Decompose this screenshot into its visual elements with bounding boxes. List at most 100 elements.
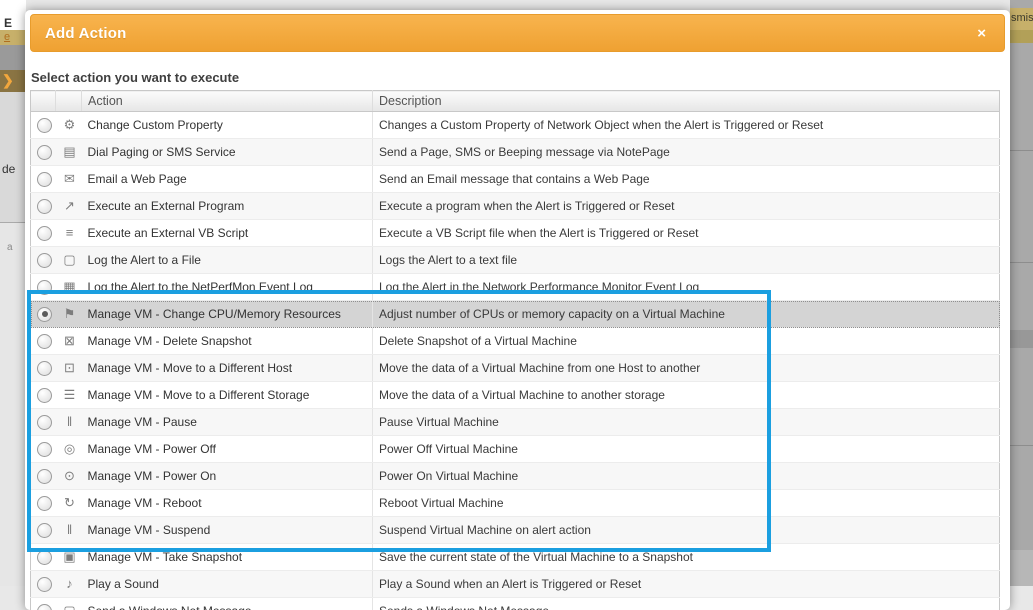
table-row[interactable]: ▢ Send a Windows Net Message Sends a Win…: [31, 598, 1000, 610]
table-row[interactable]: ⚑ Manage VM - Change CPU/Memory Resource…: [31, 301, 1000, 328]
row-icon-cell: ▢: [56, 247, 82, 274]
row-radio-cell: [31, 409, 56, 436]
radio-button[interactable]: [37, 307, 52, 322]
vb-script-icon: ≡: [62, 226, 78, 239]
radio-button[interactable]: [37, 361, 52, 376]
pause-icon: ‖: [62, 415, 78, 428]
radio-button[interactable]: [37, 172, 52, 187]
table-row[interactable]: ▣ Manage VM - Take Snapshot Save the cur…: [31, 544, 1000, 571]
move-host-icon: ⊡: [62, 361, 78, 374]
radio-button[interactable]: [37, 199, 52, 214]
pager-icon: ▤: [62, 145, 78, 158]
table-row[interactable]: ▢ Log the Alert to a File Logs the Alert…: [31, 247, 1000, 274]
row-radio-cell: [31, 355, 56, 382]
row-icon-cell: ⊡: [56, 355, 82, 382]
action-name: Manage VM - Suspend: [82, 517, 373, 544]
action-description: Adjust number of CPUs or memory capacity…: [373, 301, 1000, 328]
action-name: Manage VM - Pause: [82, 409, 373, 436]
action-name: Manage VM - Change CPU/Memory Resources: [82, 301, 373, 328]
row-radio-cell: [31, 193, 56, 220]
action-name: Manage VM - Reboot: [82, 490, 373, 517]
action-description: Power Off Virtual Machine: [373, 436, 1000, 463]
row-radio-cell: [31, 598, 56, 610]
row-radio-cell: [31, 436, 56, 463]
row-radio-cell: [31, 274, 56, 301]
table-row[interactable]: ↻ Manage VM - Reboot Reboot Virtual Mach…: [31, 490, 1000, 517]
radio-button[interactable]: [37, 334, 52, 349]
background-divider: [1010, 150, 1033, 151]
row-radio-cell: [31, 166, 56, 193]
table-row[interactable]: ▤ Dial Paging or SMS Service Send a Page…: [31, 139, 1000, 166]
row-icon-cell: ⊙: [56, 463, 82, 490]
action-name: Execute an External VB Script: [82, 220, 373, 247]
row-icon-cell: ↗: [56, 193, 82, 220]
add-action-dialog: Add Action × Select action you want to e…: [25, 10, 1010, 610]
table-row[interactable]: ⊙ Manage VM - Power On Power On Virtual …: [31, 463, 1000, 490]
table-row[interactable]: ‖ Manage VM - Pause Pause Virtual Machin…: [31, 409, 1000, 436]
action-name: Send a Windows Net Message: [82, 598, 373, 610]
table-row[interactable]: ▦ Log the Alert to the NetPerfMon Event …: [31, 274, 1000, 301]
radio-button[interactable]: [37, 226, 52, 241]
background-dismiss-fragment: smiss: [1011, 12, 1033, 24]
radio-button[interactable]: [37, 577, 52, 592]
radio-button[interactable]: [37, 550, 52, 565]
table-row[interactable]: ⊡ Manage VM - Move to a Different Host M…: [31, 355, 1000, 382]
table-row[interactable]: ‖ Manage VM - Suspend Suspend Virtual Ma…: [31, 517, 1000, 544]
action-name: Log the Alert to a File: [82, 247, 373, 274]
radio-button[interactable]: [37, 442, 52, 457]
event-log-icon: ▦: [62, 280, 78, 293]
action-name: Manage VM - Power On: [82, 463, 373, 490]
radio-button[interactable]: [37, 280, 52, 295]
email-webpage-icon: ✉: [62, 172, 78, 185]
radio-button[interactable]: [37, 415, 52, 430]
background-page-right: smiss: [1010, 0, 1033, 586]
row-radio-cell: [31, 382, 56, 409]
row-icon-cell: ↻: [56, 490, 82, 517]
background-text-fragment: E: [4, 16, 12, 30]
action-description: Save the current state of the Virtual Ma…: [373, 544, 1000, 571]
table-row[interactable]: ⊠ Manage VM - Delete Snapshot Delete Sna…: [31, 328, 1000, 355]
table-row[interactable]: ⚙ Change Custom Property Changes a Custo…: [31, 112, 1000, 139]
radio-button[interactable]: [37, 388, 52, 403]
row-radio-cell: [31, 544, 56, 571]
description-column-header: Description: [373, 91, 1000, 112]
action-name: Manage VM - Power Off: [82, 436, 373, 463]
close-icon[interactable]: ×: [973, 24, 990, 43]
radio-button[interactable]: [37, 604, 52, 610]
row-radio-cell: [31, 328, 56, 355]
move-storage-icon: ☰: [62, 388, 78, 401]
row-radio-cell: [31, 247, 56, 274]
background-divider: [1010, 445, 1033, 446]
radio-button[interactable]: [37, 145, 52, 160]
row-radio-cell: [31, 517, 56, 544]
radio-button[interactable]: [37, 118, 52, 133]
row-radio-cell: [31, 571, 56, 598]
background-page-left: E e ❯ de a: [0, 0, 26, 586]
background-gray-strip: [0, 45, 26, 70]
action-name: Email a Web Page: [82, 166, 373, 193]
table-row[interactable]: ♪ Play a Sound Play a Sound when an Aler…: [31, 571, 1000, 598]
table-row[interactable]: ↗ Execute an External Program Execute a …: [31, 193, 1000, 220]
table-row[interactable]: ◎ Manage VM - Power Off Power Off Virtua…: [31, 436, 1000, 463]
row-icon-cell: ▣: [56, 544, 82, 571]
action-name: Manage VM - Delete Snapshot: [82, 328, 373, 355]
action-table: Action Description ⚙ Change Custom Prope…: [30, 90, 1000, 610]
dialog-title: Add Action: [45, 25, 973, 42]
radio-button[interactable]: [37, 469, 52, 484]
radio-button[interactable]: [37, 253, 52, 268]
radio-button[interactable]: [37, 496, 52, 511]
table-row[interactable]: ☰ Manage VM - Move to a Different Storag…: [31, 382, 1000, 409]
gear-icon: ⚙: [62, 118, 78, 131]
action-description: Move the data of a Virtual Machine from …: [373, 355, 1000, 382]
action-description: Send a Page, SMS or Beeping message via …: [373, 139, 1000, 166]
power-off-icon: ◎: [62, 442, 78, 455]
table-row[interactable]: ✉ Email a Web Page Send an Email message…: [31, 166, 1000, 193]
action-description: Suspend Virtual Machine on alert action: [373, 517, 1000, 544]
action-column-header: Action: [82, 91, 373, 112]
dialog-subtitle: Select action you want to execute: [31, 70, 239, 85]
row-radio-cell: [31, 463, 56, 490]
radio-button[interactable]: [37, 523, 52, 538]
delete-snapshot-icon: ⊠: [62, 334, 78, 347]
action-description: Execute a VB Script file when the Alert …: [373, 220, 1000, 247]
table-row[interactable]: ≡ Execute an External VB Script Execute …: [31, 220, 1000, 247]
